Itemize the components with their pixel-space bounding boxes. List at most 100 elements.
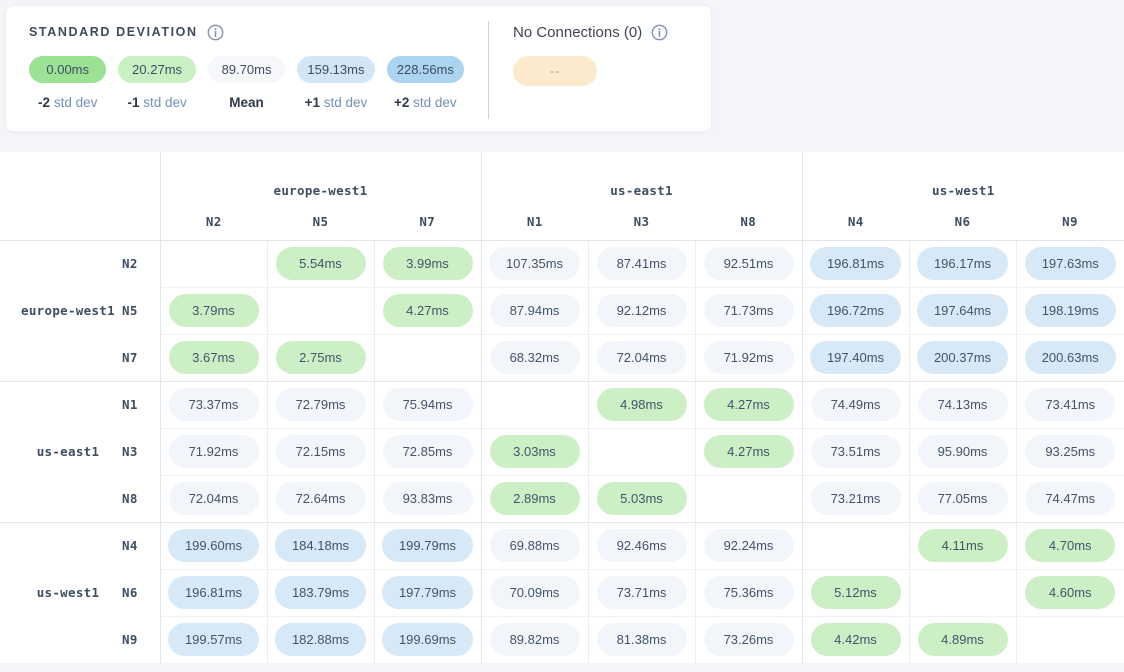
- legend-pill: 20.27ms: [118, 56, 195, 83]
- legend-pill: 159.13ms: [297, 56, 374, 83]
- latency-cell: 93.25ms: [1016, 428, 1124, 475]
- row-node-header: N2: [118, 240, 160, 287]
- info-icon[interactable]: [651, 24, 668, 41]
- column-node-header: N4: [802, 204, 909, 240]
- latency-pill: 4.27ms: [383, 294, 473, 327]
- latency-pill: 3.79ms: [169, 294, 259, 327]
- latency-cell: 196.81ms: [160, 569, 267, 616]
- latency-cell: 3.99ms: [374, 240, 481, 287]
- latency-cell: 197.79ms: [374, 569, 481, 616]
- legend-pill: 0.00ms: [29, 56, 106, 83]
- latency-pill: 4.42ms: [811, 623, 901, 656]
- latency-cell: 81.38ms: [588, 616, 695, 663]
- latency-cell: 196.81ms: [802, 240, 909, 287]
- column-node-header: N7: [374, 204, 481, 240]
- latency-pill: 4.11ms: [918, 529, 1008, 562]
- latency-cell: 4.60ms: [1016, 569, 1124, 616]
- latency-cell: 70.09ms: [481, 569, 588, 616]
- latency-cell: 74.49ms: [802, 381, 909, 428]
- latency-cell: 72.04ms: [160, 475, 267, 522]
- latency-pill: 72.04ms: [169, 482, 259, 515]
- latency-pill: 93.83ms: [383, 482, 473, 515]
- latency-cell: 75.36ms: [695, 569, 802, 616]
- latency-pill: 196.81ms: [810, 247, 901, 280]
- latency-pill: 4.27ms: [704, 435, 794, 468]
- legend-stop: 228.56ms+2 std dev: [387, 56, 464, 110]
- latency-table: europe-west1us-east1us-west1N2N5N7N1N3N8…: [0, 152, 1124, 663]
- latency-cell: 4.11ms: [909, 522, 1016, 569]
- latency-pill: 4.89ms: [918, 623, 1008, 656]
- latency-pill: 73.21ms: [811, 482, 901, 515]
- column-node-header: N6: [909, 204, 1016, 240]
- latency-pill: 199.57ms: [168, 623, 259, 656]
- latency-pill: 73.37ms: [169, 388, 259, 421]
- latency-pill: 200.37ms: [917, 341, 1008, 374]
- table-row: europe-west1N25.54ms3.99ms107.35ms87.41m…: [0, 240, 1124, 287]
- latency-pill: 197.64ms: [917, 294, 1008, 327]
- latency-pill: 196.17ms: [917, 247, 1008, 280]
- latency-pill: 5.54ms: [276, 247, 366, 280]
- row-node-header: N3: [118, 428, 160, 475]
- latency-cell: 199.57ms: [160, 616, 267, 663]
- latency-cell: [802, 522, 909, 569]
- latency-pill: 183.79ms: [275, 576, 366, 609]
- no-connections-title: No Connections (0): [513, 24, 642, 41]
- latency-cell: 196.72ms: [802, 287, 909, 334]
- latency-cell: 4.89ms: [909, 616, 1016, 663]
- latency-pill: 197.63ms: [1025, 247, 1116, 280]
- latency-cell: 3.79ms: [160, 287, 267, 334]
- latency-pill: 182.88ms: [275, 623, 366, 656]
- latency-cell: [267, 287, 374, 334]
- latency-cell: 197.40ms: [802, 334, 909, 381]
- legend-pill: 228.56ms: [387, 56, 464, 83]
- latency-cell: 87.41ms: [588, 240, 695, 287]
- latency-cell: [481, 381, 588, 428]
- legend-stop-label: +1 std dev: [297, 95, 374, 110]
- latency-cell: 4.70ms: [1016, 522, 1124, 569]
- latency-pill: 75.94ms: [383, 388, 473, 421]
- latency-cell: 3.03ms: [481, 428, 588, 475]
- latency-cell: 73.37ms: [160, 381, 267, 428]
- latency-cell: 92.46ms: [588, 522, 695, 569]
- latency-pill: 92.51ms: [704, 247, 794, 280]
- latency-pill: 89.82ms: [490, 623, 580, 656]
- legend-stop-label: -1 std dev: [118, 95, 195, 110]
- latency-pill: 87.41ms: [597, 247, 687, 280]
- latency-matrix: europe-west1us-east1us-west1N2N5N7N1N3N8…: [0, 152, 1124, 663]
- table-row: N6196.81ms183.79ms197.79ms70.09ms73.71ms…: [0, 569, 1124, 616]
- latency-cell: 72.04ms: [588, 334, 695, 381]
- latency-pill: 95.90ms: [918, 435, 1008, 468]
- legend-stop: 20.27ms -1 std dev: [118, 56, 195, 110]
- latency-pill: 77.05ms: [918, 482, 1008, 515]
- info-icon[interactable]: [207, 24, 224, 41]
- latency-pill: 184.18ms: [275, 529, 366, 562]
- latency-pill: 5.12ms: [811, 576, 901, 609]
- latency-cell: 72.15ms: [267, 428, 374, 475]
- latency-cell: 4.27ms: [695, 381, 802, 428]
- latency-pill: 197.79ms: [382, 576, 473, 609]
- table-row: N371.92ms72.15ms72.85ms3.03ms4.27ms73.51…: [0, 428, 1124, 475]
- row-node-header: N9: [118, 616, 160, 663]
- latency-cell: 200.63ms: [1016, 334, 1124, 381]
- table-row: N53.79ms4.27ms87.94ms92.12ms71.73ms196.7…: [0, 287, 1124, 334]
- latency-cell: 196.17ms: [909, 240, 1016, 287]
- latency-pill: 199.79ms: [382, 529, 473, 562]
- row-region-header: us-west1: [0, 522, 118, 663]
- latency-cell: 73.71ms: [588, 569, 695, 616]
- latency-cell: 89.82ms: [481, 616, 588, 663]
- column-region-header: us-east1: [481, 152, 802, 204]
- latency-cell: 77.05ms: [909, 475, 1016, 522]
- std-dev-title: STANDARD DEVIATION: [29, 25, 198, 39]
- latency-pill: 197.40ms: [810, 341, 901, 374]
- latency-cell: 199.69ms: [374, 616, 481, 663]
- column-region-header: us-west1: [802, 152, 1124, 204]
- latency-cell: 73.21ms: [802, 475, 909, 522]
- latency-cell: 5.03ms: [588, 475, 695, 522]
- table-row: N9199.57ms 182.88ms199.69ms 89.82ms81.38ms…: [0, 616, 1124, 663]
- latency-pill: 72.15ms: [276, 435, 366, 468]
- latency-pill: 2.89ms: [490, 482, 580, 515]
- latency-pill: 107.35ms: [489, 247, 580, 280]
- latency-pill: 3.67ms: [169, 341, 259, 374]
- latency-pill: 200.63ms: [1025, 341, 1116, 374]
- row-node-header: N4: [118, 522, 160, 569]
